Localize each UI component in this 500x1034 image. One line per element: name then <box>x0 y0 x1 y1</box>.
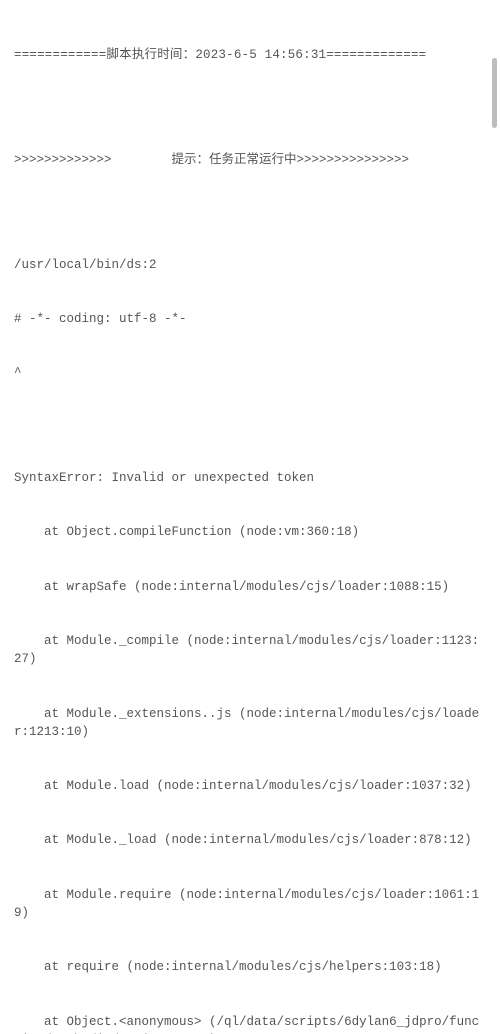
stack-frame: at require (node:internal/modules/cjs/he… <box>14 958 486 976</box>
caret-indicator: ^ <box>14 364 486 382</box>
stack-frame: at Module._extensions..js (node:internal… <box>14 705 486 741</box>
script-path: /usr/local/bin/ds:2 <box>14 256 486 274</box>
stack-frame: at Module.load (node:internal/modules/cj… <box>14 777 486 795</box>
error-title: SyntaxError: Invalid or unexpected token <box>14 469 486 487</box>
stack-frame: at Module._load (node:internal/modules/c… <box>14 831 486 849</box>
stack-frame: at Object.compileFunction (node:vm:360:1… <box>14 523 486 541</box>
status-line: >>>>>>>>>>>>> 提示：任务正常运行中>>>>>>>>>>>>>>> <box>14 151 486 169</box>
scrollbar-thumb[interactable] <box>492 58 497 128</box>
stack-frame: at Module._compile (node:internal/module… <box>14 632 486 668</box>
coding-declaration: # -*- coding: utf-8 -*- <box>14 310 486 328</box>
stack-frame: at wrapSafe (node:internal/modules/cjs/l… <box>14 578 486 596</box>
stack-frame: at Object.<anonymous> (/ql/data/scripts/… <box>14 1013 486 1034</box>
log-output: ============脚本执行时间：2023-6-5 14:56:31====… <box>14 10 486 1034</box>
stack-frame: at Module.require (node:internal/modules… <box>14 886 486 922</box>
header-divider: ============脚本执行时间：2023-6-5 14:56:31====… <box>14 46 486 64</box>
